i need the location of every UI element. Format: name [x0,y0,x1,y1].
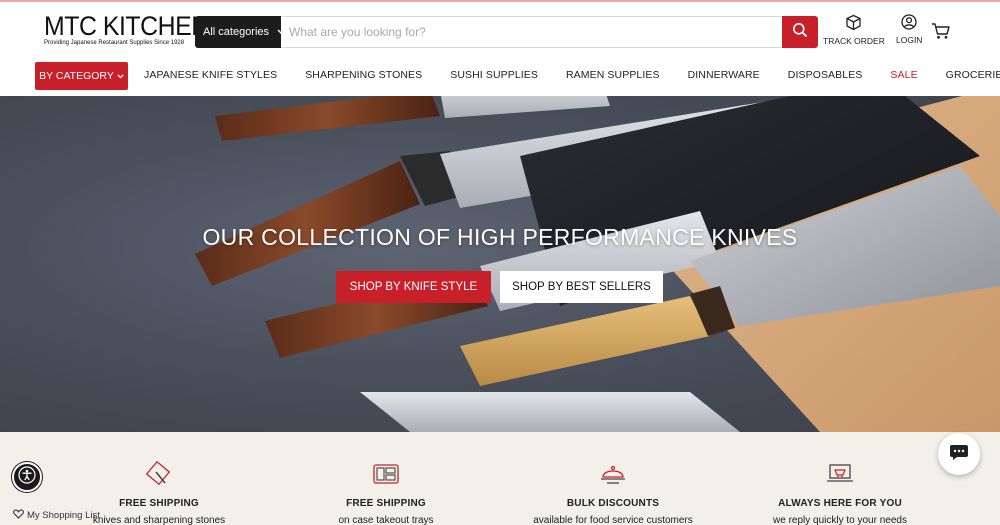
accessibility-button[interactable] [12,462,42,492]
feature-title: FREE SHIPPING [346,498,426,509]
feature-subtitle: available for food service customers [533,515,693,525]
by-category-button[interactable]: BY CATEGORY [35,62,128,90]
hero-banner: OUR COLLECTION OF HIGH PERFORMANCE KNIVE… [0,96,1000,432]
search-input[interactable] [281,16,782,48]
cart-button[interactable] [931,22,951,45]
chat-icon [949,443,969,466]
feature-title: FREE SHIPPING [119,498,199,509]
nav-item-sushi-supplies[interactable]: SUSHI SUPPLIES [436,69,552,81]
search-category-label: All categories [203,26,270,38]
shopping-list-label: My Shopping List [27,510,100,521]
cloche-icon [599,460,627,488]
feature-item: FREE SHIPPING on case takeout trays [286,460,486,525]
box-icon [845,14,862,33]
feature-subtitle: on case takeout trays [338,515,434,525]
chat-button[interactable] [938,433,980,475]
track-order-label: TRACK ORDER [823,36,885,46]
feature-item: ALWAYS HERE FOR YOU we reply quickly to … [740,460,940,525]
track-order-link[interactable]: TRACK ORDER [823,14,885,46]
site-header: MTC KITCHEN Providing Japanese Restauran… [0,2,1000,59]
nav-item-disposables[interactable]: DISPOSABLES [774,69,877,81]
support-laptop-icon [826,460,854,488]
chevron-down-icon [117,73,124,79]
search-category-select[interactable]: All categories [195,16,285,48]
nav-item-ramen-supplies[interactable]: RAMEN SUPPLIES [552,69,674,81]
feature-subtitle: knives and sharpening stones [92,515,226,525]
main-nav: BY CATEGORY JAPANESE KNIFE STYLES SHARPE… [0,59,1000,95]
logo-title: MTC KITCHEN [44,11,209,41]
heart-icon [13,509,24,522]
login-link[interactable]: LOGIN [896,14,922,45]
feature-subtitle: we reply quickly to your needs [773,515,907,525]
hero-knives-image [195,96,1000,432]
feature-title: BULK DISCOUNTS [566,498,660,509]
hero-title: OUR COLLECTION OF HIGH PERFORMANCE KNIVE… [202,224,798,250]
cart-icon [931,23,951,44]
user-icon [901,14,917,32]
takeout-tray-icon [372,460,400,488]
login-label: LOGIN [896,35,923,45]
nav-item-sharpening-stones[interactable]: SHARPENING STONES [291,69,436,81]
nav-item-sale[interactable]: SALE [876,69,931,81]
shop-by-knife-style-button[interactable]: SHOP BY KNIFE STYLE [336,271,491,303]
search-bar: All categories [195,16,818,48]
feature-title: ALWAYS HERE FOR YOU [778,498,902,509]
site-logo[interactable]: MTC KITCHEN Providing Japanese Restauran… [44,11,209,46]
by-category-label: BY CATEGORY [39,70,114,82]
features-strip: FREE SHIPPING knives and sharpening ston… [0,432,1000,525]
feature-item: BULK DISCOUNTS available for food servic… [513,460,713,525]
accessibility-icon [18,465,36,489]
nav-menu: JAPANESE KNIFE STYLES SHARPENING STONES … [130,59,1000,91]
shop-by-best-sellers-button[interactable]: SHOP BY BEST SELLERS [500,271,663,303]
knife-box-icon [145,460,173,488]
nav-item-japanese-knife-styles[interactable]: JAPANESE KNIFE STYLES [130,69,291,81]
nav-item-dinnerware[interactable]: DINNERWARE [674,69,774,81]
search-button[interactable] [782,16,818,48]
nav-item-groceries[interactable]: GROCERIES [932,69,1000,81]
search-icon [792,22,808,43]
shopping-list-link[interactable]: My Shopping List [13,509,100,522]
